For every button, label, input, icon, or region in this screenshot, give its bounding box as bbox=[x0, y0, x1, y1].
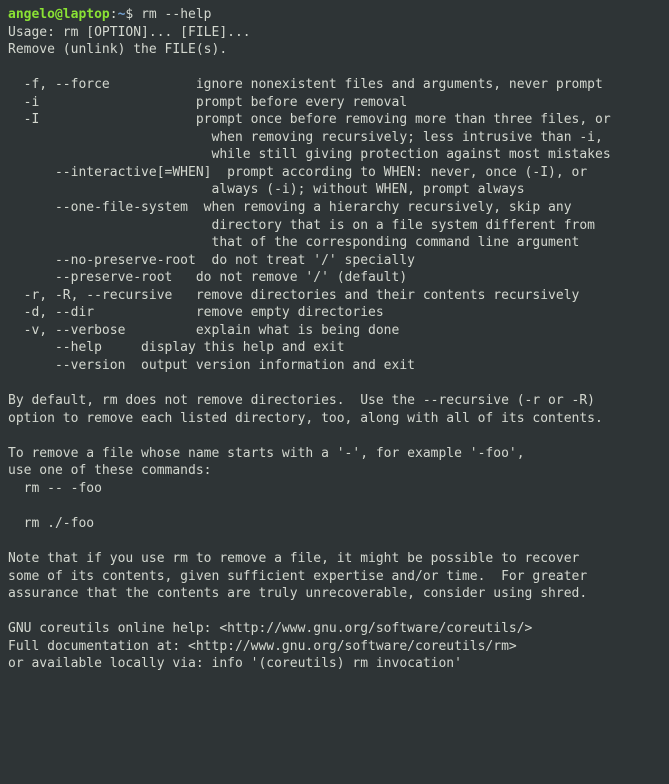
output-help3: or available locally via: info '(coreuti… bbox=[8, 656, 462, 671]
output-opt-force: -f, --force ignore nonexistent files and… bbox=[8, 77, 603, 92]
output-usage: Usage: rm [OPTION]... [FILE]... bbox=[8, 25, 251, 40]
output-opt-onefs3: that of the corresponding command line a… bbox=[8, 235, 579, 250]
prompt-dollar: $ bbox=[125, 7, 141, 22]
prompt-colon: : bbox=[110, 7, 118, 22]
output-note3: assurance that the contents are truly un… bbox=[8, 586, 587, 601]
output-default2: option to remove each listed directory, … bbox=[8, 411, 603, 426]
output-note1: Note that if you use rm to remove a file… bbox=[8, 551, 579, 566]
output-note2: some of its contents, given sufficient e… bbox=[8, 569, 587, 584]
output-dashfile2: use one of these commands: bbox=[8, 463, 212, 478]
output-dashfile4: rm ./-foo bbox=[8, 516, 94, 531]
output-opt-verbose: -v, --verbose explain what is being done bbox=[8, 323, 399, 338]
output-dashfile3: rm -- -foo bbox=[8, 481, 102, 496]
output-opt-interactive2: always (-i); without WHEN, prompt always bbox=[8, 182, 525, 197]
output-opt-I3: while still giving protection against mo… bbox=[8, 147, 611, 162]
output-opt-I2: when removing recursively; less intrusiv… bbox=[8, 130, 603, 145]
output-opt-nopreserve: --no-preserve-root do not treat '/' spec… bbox=[8, 253, 415, 268]
output-opt-onefs2: directory that is on a file system diffe… bbox=[8, 218, 595, 233]
command-input[interactable]: rm --help bbox=[141, 7, 211, 22]
output-opt-preserve: --preserve-root do not remove '/' (defau… bbox=[8, 270, 407, 285]
output-help2: Full documentation at: <http://www.gnu.o… bbox=[8, 639, 517, 654]
output-opt-interactive: --interactive[=WHEN] prompt according to… bbox=[8, 165, 587, 180]
output-opt-recursive: -r, -R, --recursive remove directories a… bbox=[8, 288, 579, 303]
output-help1: GNU coreutils online help: <http://www.g… bbox=[8, 621, 532, 636]
output-opt-i: -i prompt before every removal bbox=[8, 95, 407, 110]
output-default1: By default, rm does not remove directori… bbox=[8, 393, 595, 408]
output-desc: Remove (unlink) the FILE(s). bbox=[8, 42, 227, 57]
output-dashfile1: To remove a file whose name starts with … bbox=[8, 446, 525, 461]
output-opt-version: --version output version information and… bbox=[8, 358, 415, 373]
output-opt-onefs: --one-file-system when removing a hierar… bbox=[8, 200, 572, 215]
output-opt-dir: -d, --dir remove empty directories bbox=[8, 305, 384, 320]
output-opt-help: --help display this help and exit bbox=[8, 340, 345, 355]
prompt-user: angelo@laptop bbox=[8, 7, 110, 22]
output-opt-I: -I prompt once before removing more than… bbox=[8, 112, 611, 127]
